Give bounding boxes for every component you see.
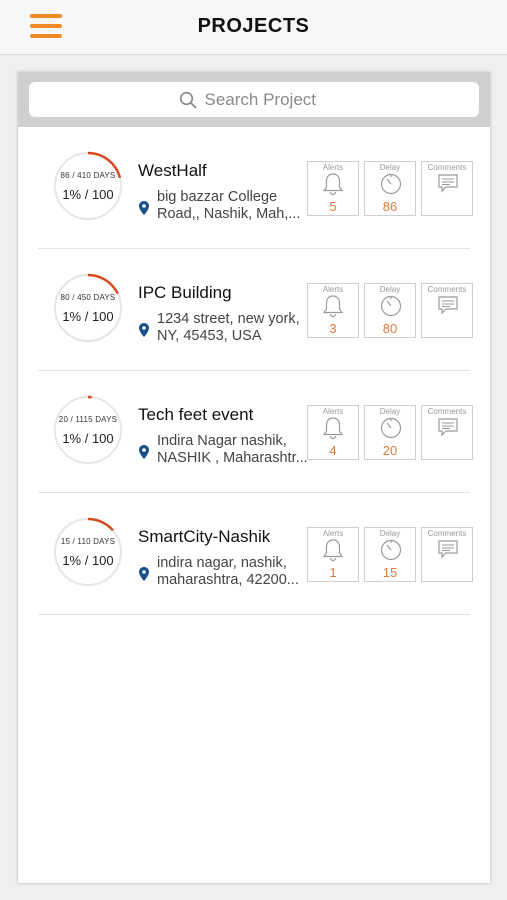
- page-title: PROJECTS: [197, 15, 310, 37]
- delay-label: Delay: [379, 163, 401, 172]
- progress-ring-graphic: [53, 151, 123, 221]
- address-line-2: NY, 45453, USA: [157, 328, 262, 344]
- project-row[interactable]: 80 / 450 DAYS 1% / 100 IPC Building 1234…: [38, 249, 473, 371]
- project-address: 1234 street, new york, NY, 45453, USA: [157, 311, 322, 345]
- delay-button[interactable]: Delay 86: [364, 161, 416, 216]
- bell-icon: [322, 295, 344, 318]
- comment-icon: [438, 296, 458, 315]
- alerts-button[interactable]: Alerts 1: [307, 527, 359, 582]
- comment-icon: [438, 418, 458, 437]
- address-line-2: maharashtra, 42200...: [157, 572, 299, 588]
- alerts-label: Alerts: [322, 285, 344, 294]
- alerts-count: 4: [329, 443, 337, 458]
- alerts-label: Alerts: [322, 163, 344, 172]
- comments-label: Comments: [427, 285, 467, 294]
- delay-label: Delay: [379, 285, 401, 294]
- project-row[interactable]: 86 / 410 DAYS 1% / 100 WestHalf big bazz…: [38, 127, 473, 249]
- timer-icon: [380, 173, 402, 195]
- progress-ring-graphic: [53, 273, 123, 343]
- progress-ring: 15 / 110 DAYS 1% / 100: [53, 517, 123, 587]
- delay-label: Delay: [379, 407, 401, 416]
- delay-button[interactable]: Delay 80: [364, 283, 416, 338]
- search-input[interactable]: [204, 89, 330, 110]
- project-name[interactable]: IPC Building: [138, 283, 232, 303]
- percent-complete-label: 1% / 100: [62, 431, 114, 446]
- comment-icon: [438, 174, 458, 193]
- app-header: PROJECTS: [0, 0, 507, 55]
- location-pin-icon: [139, 445, 149, 459]
- bell-icon: [322, 417, 344, 440]
- alerts-button[interactable]: Alerts 3: [307, 283, 359, 338]
- days-progress-label: 20 / 1115 DAYS: [58, 415, 118, 424]
- progress-ring: 20 / 1115 DAYS 1% / 100: [53, 395, 123, 465]
- alerts-label: Alerts: [322, 529, 344, 538]
- project-address: Indira Nagar nashik, NASHIK , Maharashtr…: [157, 433, 322, 467]
- delay-days: 20: [382, 443, 398, 458]
- address-line-1: 1234 street, new york,: [157, 311, 300, 327]
- project-address: indira nagar, nashik, maharashtra, 42200…: [157, 555, 322, 589]
- address-line-1: Indira Nagar nashik,: [157, 433, 287, 449]
- address-line-1: indira nagar, nashik,: [157, 555, 287, 571]
- alerts-count: 3: [329, 321, 337, 336]
- comment-icon: [438, 540, 458, 559]
- project-row[interactable]: 15 / 110 DAYS 1% / 100 SmartCity-Nashik …: [38, 493, 473, 615]
- search-bar: [18, 72, 490, 127]
- alerts-button[interactable]: Alerts 5: [307, 161, 359, 216]
- projects-panel: 86 / 410 DAYS 1% / 100 WestHalf big bazz…: [18, 72, 490, 883]
- delay-days: 86: [382, 199, 398, 214]
- percent-complete-label: 1% / 100: [62, 309, 114, 324]
- percent-complete-label: 1% / 100: [62, 553, 114, 568]
- progress-ring: 80 / 450 DAYS 1% / 100: [53, 273, 123, 343]
- project-row[interactable]: 20 / 1115 DAYS 1% / 100 Tech feet event …: [38, 371, 473, 493]
- bell-icon: [322, 173, 344, 196]
- timer-icon: [380, 295, 402, 317]
- percent-complete-label: 1% / 100: [62, 187, 114, 202]
- days-progress-label: 80 / 450 DAYS: [60, 293, 116, 302]
- alerts-button[interactable]: Alerts 4: [307, 405, 359, 460]
- comments-label: Comments: [427, 163, 467, 172]
- timer-icon: [380, 417, 402, 439]
- progress-ring: 86 / 410 DAYS 1% / 100: [53, 151, 123, 221]
- delay-days: 80: [382, 321, 398, 336]
- bell-icon: [322, 539, 344, 562]
- project-name[interactable]: Tech feet event: [138, 405, 253, 425]
- delay-label: Delay: [379, 529, 401, 538]
- comments-button[interactable]: Comments: [421, 405, 473, 460]
- address-line-1: big bazzar College: [157, 189, 278, 205]
- alerts-count: 1: [329, 565, 337, 580]
- address-line-2: Road,, Nashik, Mah,...: [157, 206, 301, 222]
- search-box[interactable]: [29, 82, 479, 117]
- location-pin-icon: [139, 323, 149, 337]
- comments-label: Comments: [427, 529, 467, 538]
- delay-days: 15: [382, 565, 398, 580]
- location-pin-icon: [139, 201, 149, 215]
- progress-ring-graphic: [53, 395, 123, 465]
- comments-label: Comments: [427, 407, 467, 416]
- days-progress-label: 86 / 410 DAYS: [60, 171, 116, 180]
- project-name[interactable]: SmartCity-Nashik: [138, 527, 270, 547]
- delay-button[interactable]: Delay 15: [364, 527, 416, 582]
- address-line-2: NASHIK , Maharashtr...: [157, 450, 308, 466]
- comments-button[interactable]: Comments: [421, 283, 473, 338]
- alerts-label: Alerts: [322, 407, 344, 416]
- comments-button[interactable]: Comments: [421, 527, 473, 582]
- progress-ring-graphic: [53, 517, 123, 587]
- location-pin-icon: [139, 567, 149, 581]
- alerts-count: 5: [329, 199, 337, 214]
- days-progress-label: 15 / 110 DAYS: [60, 537, 116, 546]
- project-address: big bazzar College Road,, Nashik, Mah,..…: [157, 189, 322, 223]
- delay-button[interactable]: Delay 20: [364, 405, 416, 460]
- project-name[interactable]: WestHalf: [138, 161, 207, 181]
- comments-button[interactable]: Comments: [421, 161, 473, 216]
- timer-icon: [380, 539, 402, 561]
- search-icon: [179, 91, 196, 108]
